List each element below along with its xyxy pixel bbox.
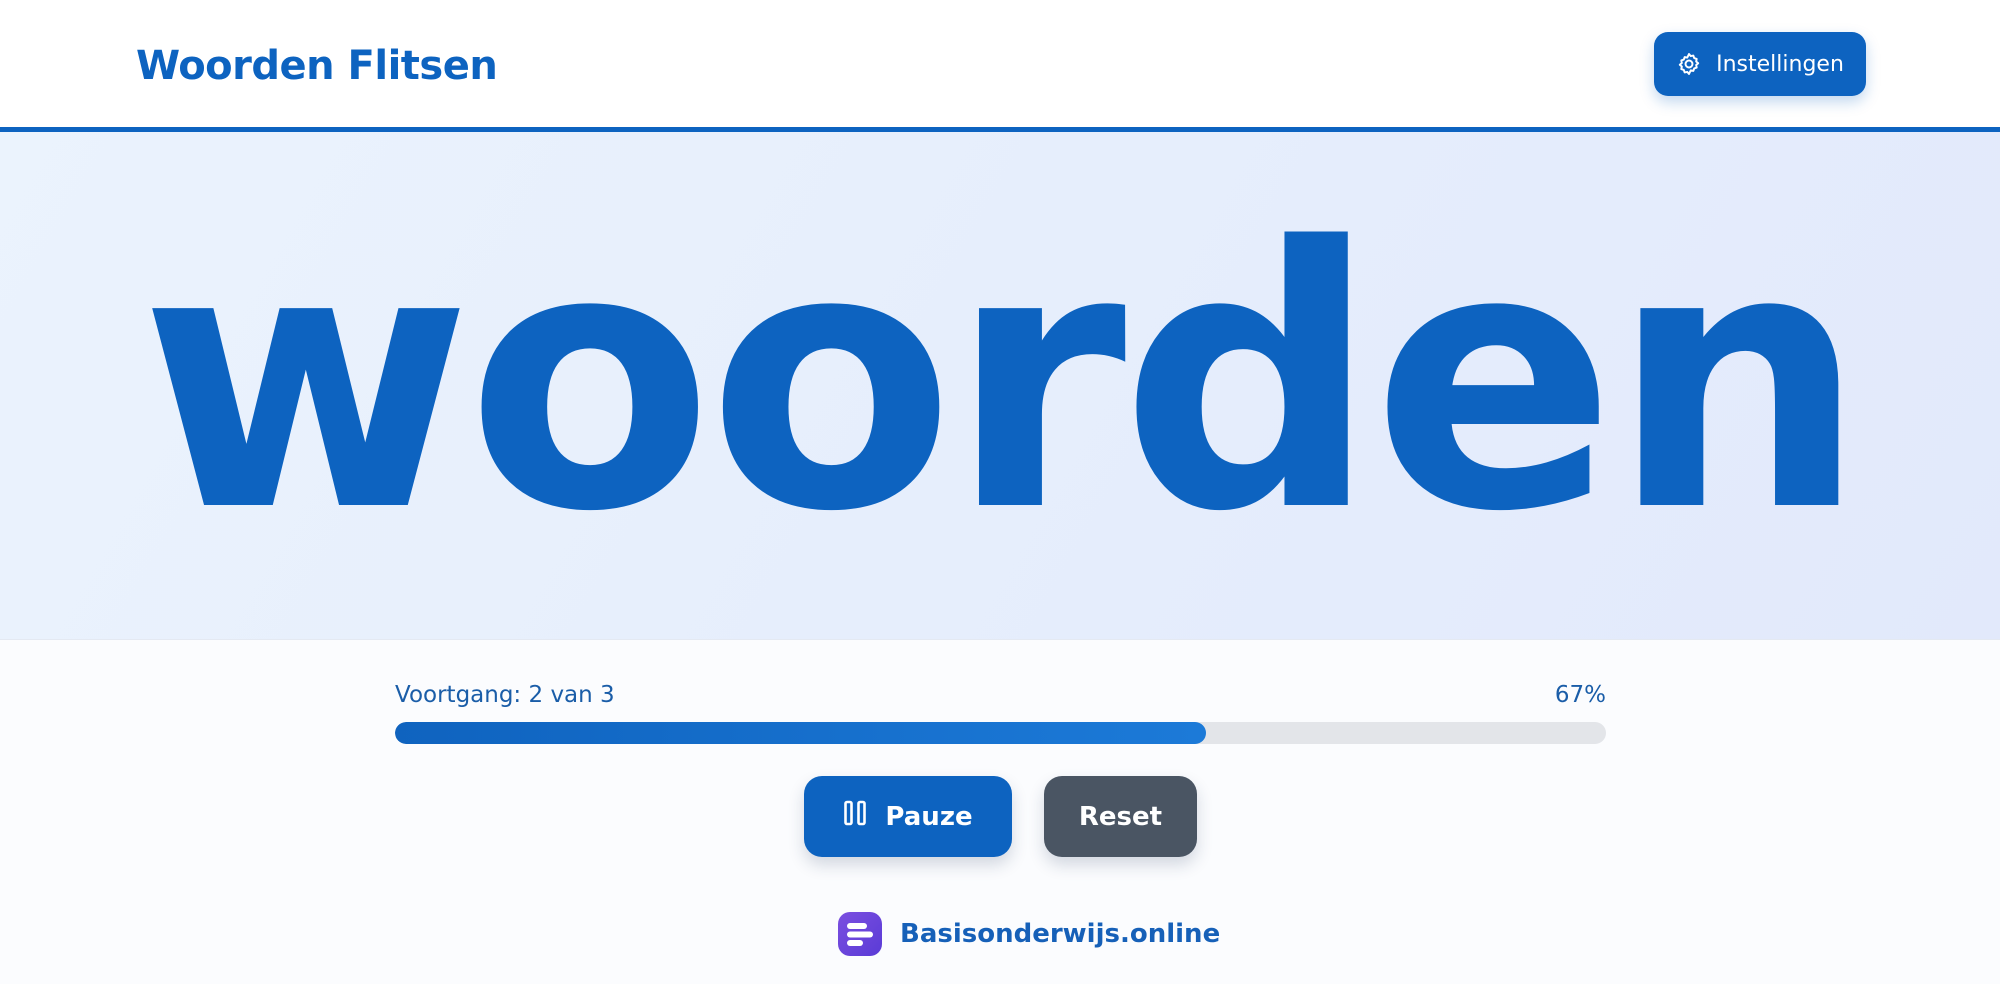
pause-button[interactable]: Pauze <box>804 776 1012 857</box>
brand-logo-icon <box>838 912 882 956</box>
app-title: Woorden Flitsen <box>136 43 498 89</box>
flash-word: woorden <box>139 170 1867 590</box>
pause-button-label: Pauze <box>885 801 973 832</box>
gear-icon <box>1676 51 1702 77</box>
progress-bar <box>395 722 1606 744</box>
flash-word-area: woorden <box>0 132 2000 640</box>
brand-name: Basisonderwijs.online <box>900 919 1221 949</box>
brand-link[interactable]: Basisonderwijs.online <box>838 912 1220 956</box>
reset-button-label: Reset <box>1078 801 1163 832</box>
progress-percentage: 67% <box>1554 682 1606 708</box>
pause-icon <box>843 799 867 834</box>
progress-label: Voortgang: 2 van 3 <box>395 682 615 708</box>
reset-button[interactable]: Reset <box>1044 776 1197 857</box>
settings-button[interactable]: Instellingen <box>1654 32 1866 96</box>
app-header: Woorden Flitsen Instellingen <box>0 0 2000 132</box>
settings-button-label: Instellingen <box>1716 51 1844 77</box>
progress-bar-fill <box>395 722 1207 744</box>
